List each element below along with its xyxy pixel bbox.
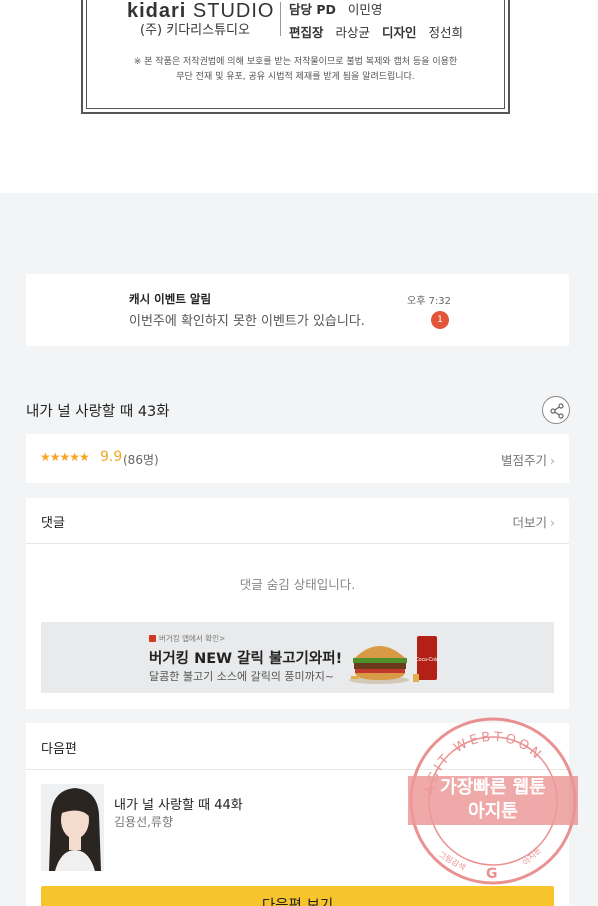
ad-banner[interactable]: 버거킹 앱에서 확인> 버거킹 NEW 갈릭 불고기와퍼! 달콤한 불고기 소스… bbox=[41, 622, 554, 693]
credit-name: 이민영 bbox=[347, 2, 383, 17]
next-episode-card: 다음편 내가 널 사랑할 때 44화 김용선,류향 다음편 보기 bbox=[26, 723, 569, 906]
chevron-right-icon: › bbox=[550, 515, 555, 530]
credit-name: 라상균 bbox=[335, 25, 371, 40]
copyright-line-2: 무단 전재 및 유포, 공유 시법적 제재를 받게 됨을 알려드립니다. bbox=[176, 72, 415, 82]
divider bbox=[26, 543, 569, 544]
next-episode-button[interactable]: 다음편 보기 bbox=[41, 886, 554, 906]
ad-description: 달콤한 불고기 소스에 갈릭의 풍미까지~ bbox=[149, 670, 335, 683]
rating-score: 9.9 bbox=[100, 449, 123, 465]
credit-row-editor-designer: 편집장 라상균 디자인 정선희 bbox=[289, 22, 475, 41]
copyright-line-1: ※ 본 작품은 저작권법에 의해 보호를 받는 저작물이므로 불법 복제와 캡처… bbox=[133, 57, 458, 67]
ad-title: 버거킹 NEW 갈릭 불고기와퍼! bbox=[149, 651, 343, 667]
next-episode-thumbnail[interactable] bbox=[41, 784, 104, 871]
burger-king-logo-icon bbox=[149, 635, 156, 642]
comments-hidden-message: 댓글 숨김 상태입니다. bbox=[239, 577, 356, 592]
episode-title: 내가 널 사랑할 때 43화 bbox=[26, 404, 170, 420]
rating-card: ★★★★★ 9.9 (86명) 별점주기 › bbox=[26, 434, 569, 483]
more-label: 더보기 bbox=[512, 515, 547, 530]
chevron-right-icon: › bbox=[550, 453, 555, 468]
share-button[interactable] bbox=[542, 396, 570, 424]
notice-time: 오후 7:32 bbox=[407, 296, 452, 307]
credit-role: 담당 PD bbox=[289, 2, 336, 17]
rating-stars: ★★★★★ bbox=[40, 450, 90, 464]
divider bbox=[26, 769, 569, 770]
next-episode-authors: 김용선,류향 bbox=[114, 815, 174, 829]
credits-box: kidari STUDIO (주) 키다리스튜디오 담당 PD 이민영 편집장 라상… bbox=[81, 0, 510, 114]
rate-button-label: 별점주기 bbox=[500, 453, 547, 468]
studio-name: (주) 키다리스튜디오 bbox=[140, 23, 250, 38]
share-icon bbox=[550, 403, 564, 419]
credit-role: 디자인 bbox=[382, 25, 417, 40]
next-episode-title[interactable]: 내가 널 사랑할 때 44화 bbox=[114, 794, 243, 813]
credits-panel: kidari STUDIO (주) 키다리스튜디오 담당 PD 이민영 편집장 라상… bbox=[0, 0, 598, 193]
credit-row-pd: 담당 PD 이민영 bbox=[289, 0, 394, 18]
ad-small-label: 버거킹 앱에서 확인> bbox=[159, 634, 226, 643]
notice-title: 캐시 이벤트 알림 bbox=[129, 292, 212, 306]
rate-button[interactable]: 별점주기 › bbox=[501, 450, 555, 469]
cash-event-notice[interactable]: 캐시 이벤트 알림 이번주에 확인하지 못한 이벤트가 있습니다. 오후 7:3… bbox=[26, 274, 569, 346]
credits-divider bbox=[280, 2, 281, 36]
credit-role: 편집장 bbox=[289, 25, 324, 40]
ad-small-text: 버거킹 앱에서 확인> bbox=[149, 633, 225, 644]
next-title: 다음편 bbox=[41, 742, 77, 757]
notice-message: 이번주에 확인하지 못한 이벤트가 있습니다. bbox=[129, 314, 365, 329]
comments-more-button[interactable]: 더보기 › bbox=[512, 512, 555, 531]
notice-count-badge: 1 bbox=[431, 311, 449, 329]
cup-label: Coca-Cola bbox=[415, 657, 439, 663]
credits-box-inner: kidari STUDIO (주) 키다리스튜디오 담당 PD 이민영 편집장 라상… bbox=[86, 0, 505, 109]
comments-title: 댓글 bbox=[41, 516, 65, 531]
character-thumbnail-image bbox=[41, 784, 104, 871]
credit-name: 정선희 bbox=[428, 25, 464, 40]
rating-count: (86명) bbox=[123, 453, 159, 467]
burger-image: Coca-Cola bbox=[349, 636, 439, 684]
comments-card: 댓글 더보기 › 댓글 숨김 상태입니다. 버거킹 앱에서 확인> 버거킹 NEW… bbox=[26, 498, 569, 709]
